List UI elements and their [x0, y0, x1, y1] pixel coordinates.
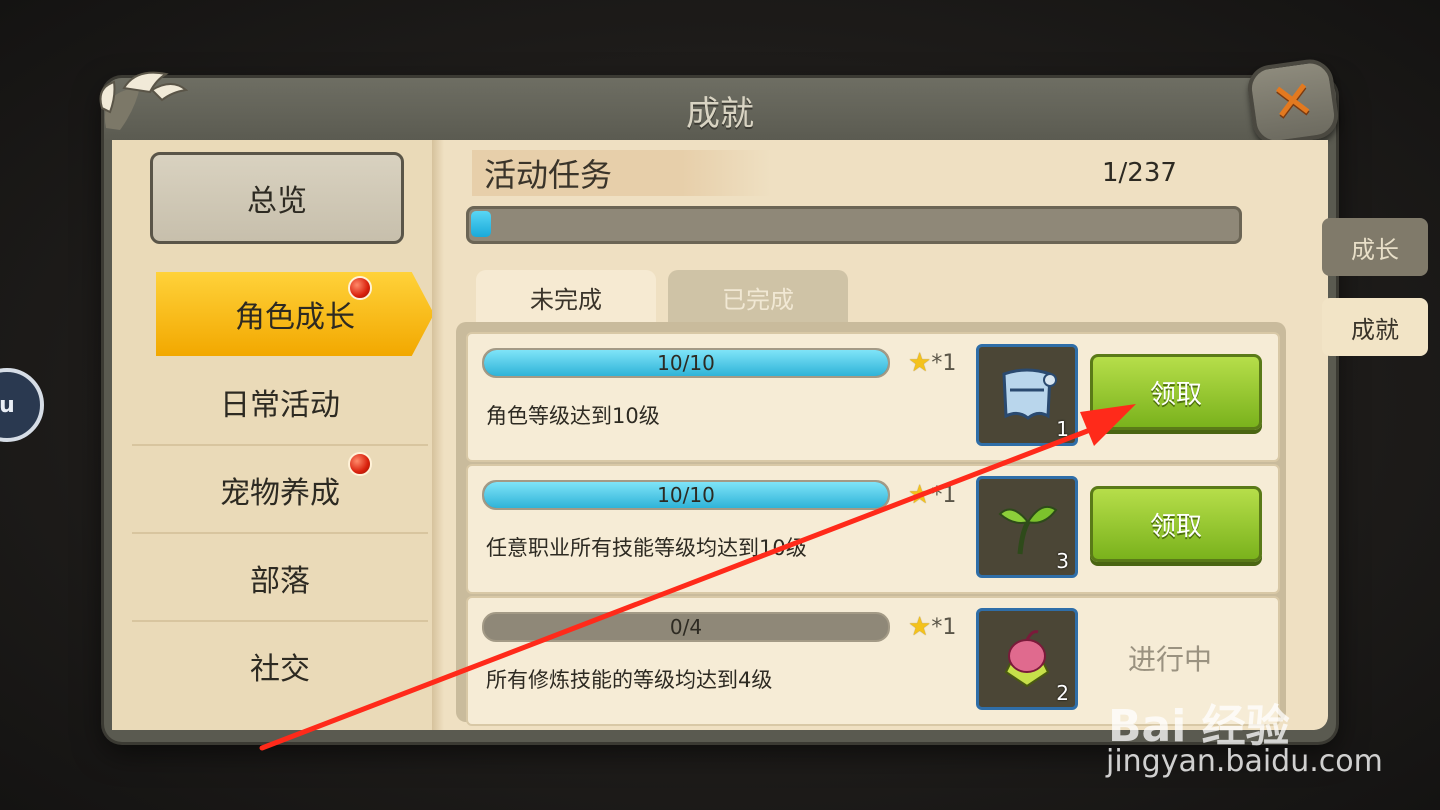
- star-reward: ★ *1: [908, 612, 956, 642]
- star-reward-count: *1: [931, 350, 957, 376]
- task-description: 角色等级达到10级: [486, 404, 660, 428]
- side-tab-growth[interactable]: 成长: [1322, 218, 1428, 276]
- floating-assistant-icon[interactable]: u: [0, 368, 44, 442]
- horn-decoration-icon: [99, 71, 188, 130]
- sidebar-item-label: 日常活动: [220, 388, 340, 423]
- star-icon: ★: [908, 480, 932, 510]
- list-item: 10/10 任意职业所有技能等级均达到10级 ★ *1 3 领取: [466, 464, 1280, 594]
- sidebar-item-daily-activity[interactable]: 日常活动: [132, 360, 428, 446]
- reward-item-slot[interactable]: 2: [976, 608, 1078, 710]
- tab-completed[interactable]: 已完成: [668, 270, 848, 324]
- sidebar-item-social[interactable]: 社交: [132, 624, 428, 708]
- category-sidebar: 总览 角色成长 日常活动 宠物养成 部落 社交: [112, 140, 434, 730]
- watermark-url: jingyan.baidu.com: [1106, 744, 1383, 779]
- task-progress-bar: 10/10: [482, 480, 890, 510]
- task-progress-bar: 0/4: [482, 612, 890, 642]
- window-content: 总览 角色成长 日常活动 宠物养成 部落 社交 活动任务 1/237 未完成 已…: [112, 140, 1328, 730]
- title-bar: 成就: [104, 78, 1336, 140]
- sidebar-item-label: 社交: [250, 652, 310, 687]
- star-reward-count: *1: [931, 614, 957, 640]
- sidebar-item-tribe[interactable]: 部落: [132, 536, 428, 622]
- close-button[interactable]: ✕: [1244, 56, 1342, 148]
- overview-button[interactable]: 总览: [150, 152, 404, 244]
- section-progress-bar: [466, 206, 1242, 244]
- sidebar-item-label: 宠物养成: [220, 476, 340, 511]
- task-progress-text: 0/4: [669, 615, 703, 639]
- item-count: 1: [1056, 417, 1069, 441]
- sidebar-item-label: 部落: [250, 564, 310, 599]
- task-description: 任意职业所有技能等级均达到10级: [486, 536, 807, 560]
- claim-button[interactable]: 领取: [1090, 486, 1262, 562]
- star-icon: ★: [908, 348, 932, 378]
- flower-bulb-icon: [1004, 630, 1050, 688]
- item-count: 3: [1056, 549, 1069, 573]
- side-tab-achievement[interactable]: 成就: [1322, 298, 1428, 356]
- sidebar-item-label: 角色成长: [235, 300, 355, 335]
- scroll-banner-icon: [1002, 368, 1057, 420]
- reward-item-slot[interactable]: 1: [976, 344, 1078, 446]
- notification-dot: [348, 276, 372, 300]
- close-icon: ✕: [1267, 69, 1319, 135]
- task-description: 所有修炼技能的等级均达到4级: [486, 668, 773, 692]
- section-title: 活动任务: [472, 150, 773, 196]
- achievement-window: 成就 ✕ 总览 角色成长 日常活动 宠物养成 部落 社交 活动任务 1/237 …: [99, 56, 1342, 742]
- pane-divider: [432, 140, 444, 730]
- star-reward: ★ *1: [908, 480, 956, 510]
- list-item: 10/10 角色等级达到10级 ★ *1 1 领取: [466, 332, 1280, 462]
- reward-item-slot[interactable]: 3: [976, 476, 1078, 578]
- item-count: 2: [1056, 681, 1069, 705]
- star-icon: ★: [908, 612, 932, 642]
- section-progress-fill: [471, 211, 491, 237]
- sidebar-item-pet-training[interactable]: 宠物养成: [132, 448, 428, 534]
- tab-incomplete[interactable]: 未完成: [476, 270, 656, 324]
- window-title: 成就: [686, 94, 754, 134]
- task-status-text: 进行中: [1128, 643, 1213, 676]
- task-progress-text: 10/10: [657, 351, 715, 375]
- task-progress-bar: 10/10: [482, 348, 890, 378]
- sprout-icon: [998, 506, 1058, 555]
- star-reward-count: *1: [931, 482, 957, 508]
- sidebar-item-character-growth[interactable]: 角色成长: [156, 272, 434, 356]
- task-list[interactable]: 10/10 角色等级达到10级 ★ *1 1 领取 10/10 任意职业所有技能…: [456, 322, 1286, 726]
- task-progress-text: 10/10: [657, 483, 715, 507]
- floating-assistant-label: u: [0, 392, 15, 418]
- section-progress-count: 1/237: [1102, 158, 1177, 188]
- star-reward: ★ *1: [908, 348, 956, 378]
- claim-button[interactable]: 领取: [1090, 354, 1262, 430]
- notification-dot: [348, 452, 372, 476]
